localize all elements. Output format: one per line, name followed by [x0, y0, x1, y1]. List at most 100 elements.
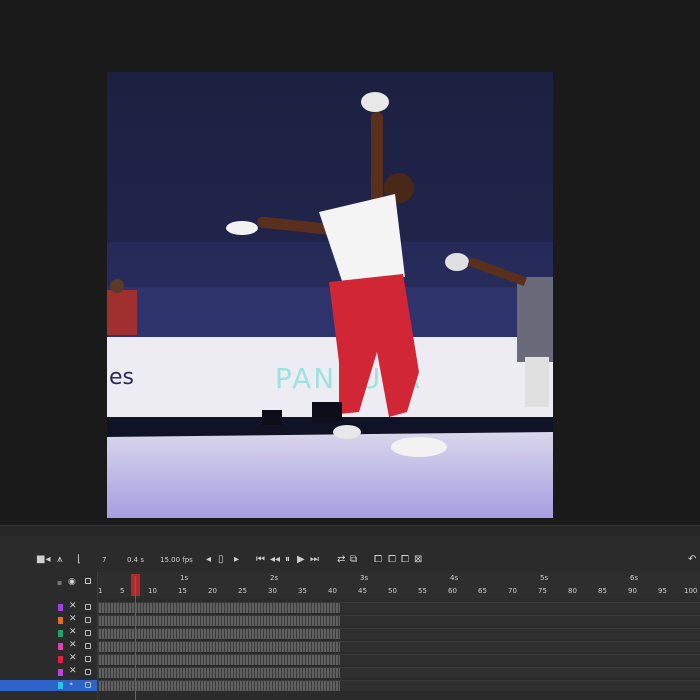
ruler-frame-label: 15: [178, 587, 187, 595]
layer-row[interactable]: ✕: [0, 640, 700, 652]
layer-empty-frames[interactable]: [340, 654, 700, 665]
ruler-second-label: 2s: [270, 574, 279, 582]
ruler-frame-label: 30: [268, 587, 277, 595]
copy-frames-icon[interactable]: ⧠: [388, 554, 396, 566]
last-frame-icon[interactable]: ⏭: [310, 554, 319, 566]
layer-list: ✕ ✕ ✕ ✕ ✕ ✕ •: [0, 598, 700, 700]
ruler-frame-label: 1: [98, 587, 103, 595]
fps-field[interactable]: 15.00 fps: [160, 548, 193, 572]
layer-header[interactable]: ✕: [0, 614, 97, 626]
layer-color-swatch[interactable]: [58, 643, 63, 650]
ruler-frame-label: 75: [538, 587, 547, 595]
ruler-second-label: 1s: [180, 574, 189, 582]
ruler-frame-label: 65: [478, 587, 487, 595]
ruler-frame-label: 5: [120, 587, 125, 595]
ruler-second-label: 4s: [450, 574, 459, 582]
layer-header[interactable]: ✕: [0, 627, 97, 639]
layer-row-selected[interactable]: •: [0, 680, 700, 691]
ruler-frame-label: 70: [508, 587, 517, 595]
timeline-panel: ■◂ ⩚ ⌊ 7 0.4 s 15.00 fps ◂ ▯ ▸ ⏮ ◂◂ ⏸ ▶ …: [0, 536, 700, 700]
layer-empty-frames[interactable]: [340, 667, 700, 678]
lock-icon[interactable]: [85, 669, 91, 675]
layer-header[interactable]: ✕: [0, 640, 97, 652]
layer-row[interactable]: ✕: [0, 653, 700, 665]
ease-graph-icon[interactable]: ⌊: [77, 554, 81, 566]
lock-icon[interactable]: [85, 578, 91, 584]
layer-row[interactable]: ✕: [0, 601, 700, 613]
close-icon[interactable]: ✕: [69, 666, 77, 676]
undo-icon[interactable]: ↶: [688, 554, 696, 566]
step-forward-icon[interactable]: ▸: [234, 554, 239, 566]
stage-area: es PANDULA: [0, 0, 700, 525]
video-frame-image: es PANDULA: [107, 72, 553, 518]
ruler-frame-label: 40: [328, 587, 337, 595]
close-icon[interactable]: ✕: [69, 640, 77, 650]
ruler-frame-label: 45: [358, 587, 367, 595]
lock-icon[interactable]: [85, 656, 91, 662]
first-frame-icon[interactable]: ⏮: [256, 554, 265, 566]
paste-frames-icon[interactable]: ⧠: [401, 554, 409, 566]
ruler-frame-label: 95: [658, 587, 667, 595]
layer-header[interactable]: ✕: [0, 601, 97, 613]
lock-icon[interactable]: [85, 617, 91, 623]
layer-color-swatch[interactable]: [58, 669, 63, 676]
close-icon[interactable]: ✕: [69, 653, 77, 663]
svg-text:es: es: [109, 365, 134, 390]
layer-empty-frames[interactable]: [340, 615, 700, 626]
ruler-frame-label: 25: [238, 587, 247, 595]
layer-empty-frames[interactable]: [340, 602, 700, 613]
lock-icon[interactable]: [85, 604, 91, 610]
layer-empty-frames[interactable]: [340, 641, 700, 652]
layer-color-swatch[interactable]: [58, 604, 63, 611]
layer-empty-frames[interactable]: [340, 628, 700, 639]
play-icon[interactable]: ▶: [297, 554, 305, 566]
ruler-frame-label: 20: [208, 587, 217, 595]
close-icon[interactable]: ✕: [69, 614, 77, 624]
playhead-center-icon[interactable]: ▯: [218, 554, 224, 566]
timeline-toolbar: ■◂ ⩚ ⌊ 7 0.4 s 15.00 fps ◂ ▯ ▸ ⏮ ◂◂ ⏸ ▶ …: [0, 548, 700, 572]
edit-multiple-frames-icon[interactable]: ⧠: [374, 554, 382, 566]
ruler-frame-label: 60: [448, 587, 457, 595]
layer-color-swatch[interactable]: [58, 656, 63, 663]
layer-color-swatch[interactable]: [58, 682, 63, 689]
step-back-icon[interactable]: ◂: [206, 554, 211, 566]
camera-icon[interactable]: ■◂: [36, 554, 50, 566]
layer-empty-frames[interactable]: [340, 680, 700, 691]
lock-icon[interactable]: [85, 630, 91, 636]
layer-row[interactable]: ✕: [0, 627, 700, 639]
current-frame-field[interactable]: 7: [102, 548, 106, 572]
layer-row[interactable]: ✕: [0, 614, 700, 626]
ruler-frame-label: 85: [598, 587, 607, 595]
ruler-second-label: 5s: [540, 574, 549, 582]
ruler-second-label: 3s: [360, 574, 369, 582]
layer-row[interactable]: ✕: [0, 666, 700, 678]
loop-icon[interactable]: ⇄: [337, 554, 345, 566]
pause-icon[interactable]: ⏸: [285, 554, 290, 566]
layer-color-swatch[interactable]: [58, 630, 63, 637]
new-layer-icon[interactable]: ▪: [57, 578, 62, 587]
clear-frames-icon[interactable]: ⊠: [414, 554, 422, 566]
playhead-line[interactable]: [135, 576, 136, 700]
lock-icon[interactable]: [85, 682, 91, 688]
close-icon[interactable]: ✕: [69, 627, 77, 637]
ruler-frame-label: 55: [418, 587, 427, 595]
layer-header[interactable]: ✕: [0, 653, 97, 665]
ruler-frame-label: 90: [628, 587, 637, 595]
dot-icon[interactable]: •: [69, 680, 74, 689]
ruler-second-label: 6s: [630, 574, 639, 582]
layer-header[interactable]: ✕: [0, 666, 97, 678]
lock-icon[interactable]: [85, 643, 91, 649]
layer-color-swatch[interactable]: [58, 617, 63, 624]
ruler-frame-label: 35: [298, 587, 307, 595]
step-back-icon-2[interactable]: ◂◂: [270, 554, 280, 566]
stage-canvas[interactable]: es PANDULA: [107, 72, 553, 518]
onion-skin-icon[interactable]: ⧉: [350, 554, 357, 566]
ruler-frame-label: 10: [148, 587, 157, 595]
close-icon[interactable]: ✕: [69, 601, 77, 611]
ruler-frame-label: 80: [568, 587, 577, 595]
layer-parenting-icon[interactable]: ⩚: [57, 554, 63, 566]
layer-header[interactable]: •: [0, 680, 97, 691]
eye-icon[interactable]: ◉: [68, 577, 76, 587]
time-field[interactable]: 0.4 s: [127, 548, 144, 572]
timeline-ruler[interactable]: 1s 2s 3s 4s 5s 6s 1 5 10 15 20 25 30 35 …: [98, 572, 700, 598]
